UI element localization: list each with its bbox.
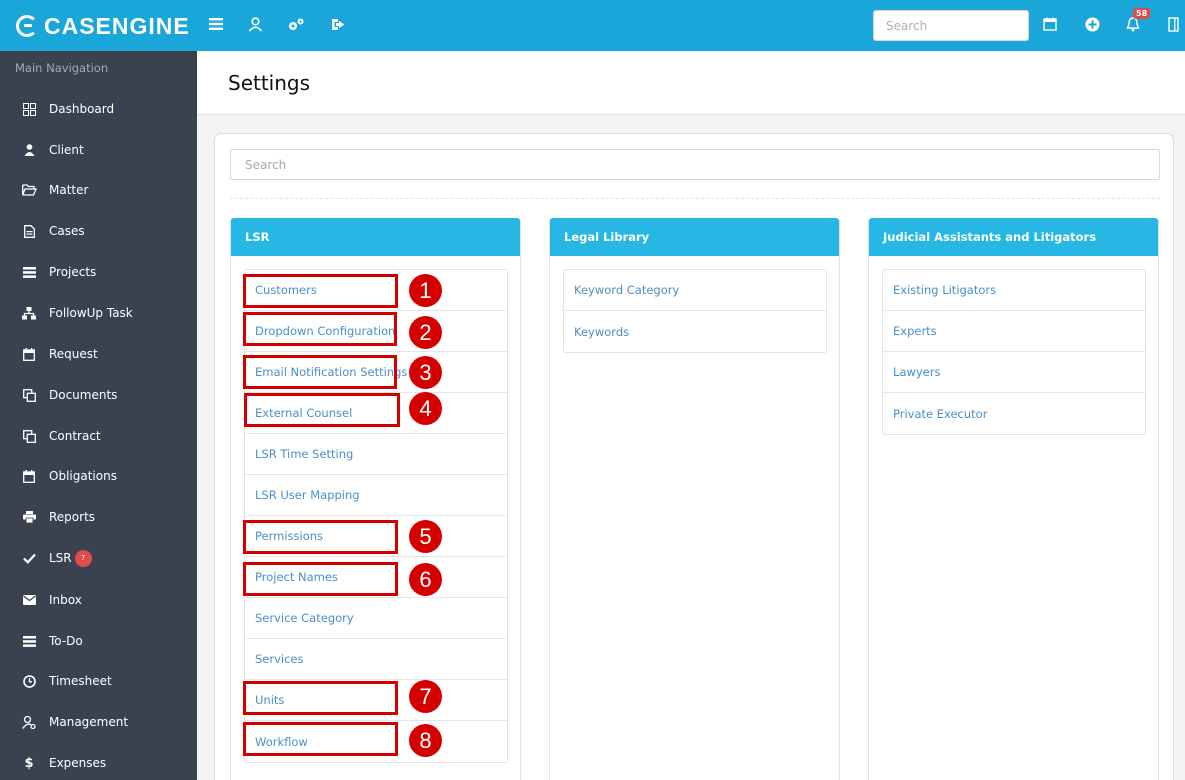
- sidebar-item-contract[interactable]: Contract: [0, 416, 197, 456]
- annotation-box: [243, 722, 398, 756]
- list-item-existing-litigators[interactable]: Existing Litigators: [883, 270, 1145, 311]
- list-item-keywords[interactable]: Keywords: [564, 311, 826, 352]
- annotation-number: 4: [409, 392, 442, 425]
- folder-open-icon: [21, 182, 37, 198]
- print-icon: [21, 509, 37, 525]
- annotation-number: 8: [409, 724, 442, 757]
- panel-judicial-assistants: Judicial Assistants and Litigators Exist…: [868, 218, 1159, 780]
- list-item-services[interactable]: Services: [245, 639, 507, 680]
- annotation-box: [244, 393, 400, 427]
- settings-search-input[interactable]: [230, 149, 1160, 180]
- annotation-number: 3: [409, 356, 442, 389]
- annotation-box: [243, 355, 397, 389]
- annotation-box: [243, 520, 398, 554]
- annotation-box: [243, 681, 398, 715]
- sidebar-item-inbox[interactable]: Inbox: [0, 580, 197, 620]
- list-item-lsr-user-mapping[interactable]: LSR User Mapping: [245, 475, 507, 516]
- grid-icon: [21, 101, 37, 117]
- settings-list: Existing Litigators Experts Lawyers Priv…: [882, 269, 1146, 435]
- calendar-icon: [21, 468, 37, 484]
- check-icon: [21, 550, 37, 566]
- cogs-icon[interactable]: [286, 14, 306, 34]
- sidebar-item-cases[interactable]: Cases: [0, 211, 197, 251]
- annotation-number: 6: [409, 563, 442, 596]
- annotation-number: 2: [409, 316, 442, 349]
- panel-legal-library: Legal Library Keyword Category Keywords: [549, 218, 840, 780]
- panel-toggle-icon[interactable]: [1163, 14, 1183, 34]
- sidebar-item-documents[interactable]: Documents: [0, 375, 197, 415]
- sidebar-item-followup-task[interactable]: FollowUp Task: [0, 293, 197, 333]
- copy-icon: [21, 428, 37, 444]
- top-header: CASENGINE 58: [0, 0, 1185, 51]
- list-item-lawyers[interactable]: Lawyers: [883, 352, 1145, 393]
- settings-list: Keyword Category Keywords: [563, 269, 827, 353]
- sidebar-item-management[interactable]: Management: [0, 702, 197, 742]
- sidebar-item-client[interactable]: Client: [0, 130, 197, 170]
- user-icon[interactable]: [245, 14, 265, 34]
- list-icon: [21, 633, 37, 649]
- sidebar-item-timesheet[interactable]: Timesheet: [0, 661, 197, 701]
- divider: [230, 198, 1160, 199]
- sidebar: Main Navigation Dashboard Client Matter …: [0, 51, 197, 780]
- add-circle-icon[interactable]: [1082, 14, 1102, 34]
- annotation-number: 7: [409, 680, 442, 713]
- sitemap-icon: [21, 305, 37, 321]
- clock-icon: [21, 673, 37, 689]
- sidebar-item-projects[interactable]: Projects: [0, 252, 197, 292]
- sidebar-item-lsr[interactable]: LSR 7: [0, 538, 197, 578]
- list-item-lsr-time-setting[interactable]: LSR Time Setting: [245, 434, 507, 475]
- calendar-icon[interactable]: [1040, 14, 1060, 34]
- file-icon: [21, 223, 37, 239]
- sidebar-item-obligations[interactable]: Obligations: [0, 456, 197, 496]
- annotation-box: [243, 562, 398, 596]
- sidebar-item-request[interactable]: Request: [0, 334, 197, 374]
- sidebar-heading: Main Navigation: [15, 61, 109, 75]
- user-icon: [21, 142, 37, 158]
- dollar-icon: $: [24, 755, 34, 771]
- lsr-count-badge: 7: [74, 549, 92, 567]
- panel-title: Legal Library: [550, 218, 839, 256]
- annotation-box: [243, 274, 398, 308]
- panel-title: Judicial Assistants and Litigators: [869, 218, 1158, 256]
- sidebar-item-expenses[interactable]: $ Expenses: [0, 743, 197, 780]
- envelope-icon: [21, 592, 37, 608]
- app-logo[interactable]: CASENGINE: [16, 12, 190, 40]
- sidebar-item-todo[interactable]: To-Do: [0, 621, 197, 661]
- copy-icon: [21, 387, 37, 403]
- annotation-number: 1: [409, 274, 442, 307]
- page-header: Settings: [197, 51, 1185, 115]
- list-icon: [21, 264, 37, 280]
- user-gear-icon: [21, 714, 37, 730]
- annotation-number: 5: [409, 520, 442, 553]
- page-title: Settings: [228, 71, 311, 95]
- list-item-service-category[interactable]: Service Category: [245, 598, 507, 639]
- list-item-private-executor[interactable]: Private Executor: [883, 393, 1145, 434]
- annotation-box: [243, 312, 397, 346]
- sidebar-item-reports[interactable]: Reports: [0, 497, 197, 537]
- list-item-keyword-category[interactable]: Keyword Category: [564, 270, 826, 311]
- header-search-input[interactable]: [873, 10, 1029, 41]
- sign-out-icon[interactable]: [328, 14, 348, 34]
- sidebar-item-matter[interactable]: Matter: [0, 170, 197, 210]
- calendar-icon: [21, 346, 37, 362]
- logo-icon: [16, 15, 38, 37]
- notification-badge: 58: [1133, 8, 1151, 19]
- sidebar-item-dashboard[interactable]: Dashboard: [0, 89, 197, 129]
- panel-title: LSR: [231, 218, 520, 256]
- menu-toggle-icon[interactable]: [206, 14, 226, 34]
- list-item-experts[interactable]: Experts: [883, 311, 1145, 352]
